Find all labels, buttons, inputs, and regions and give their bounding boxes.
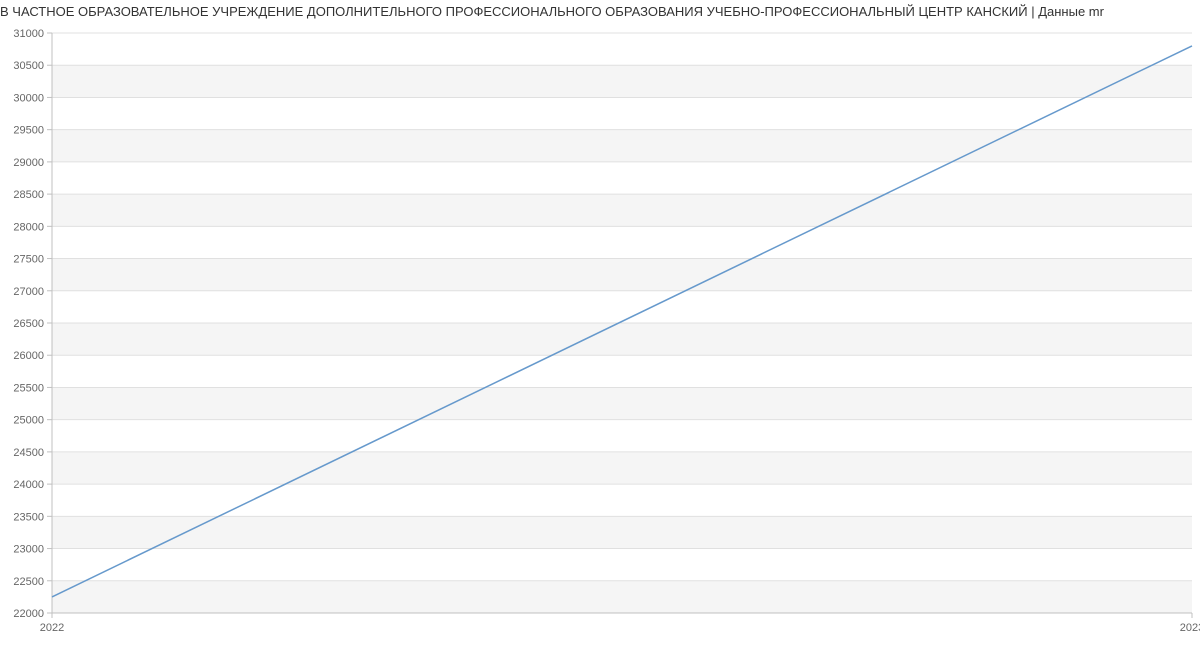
y-tick-label: 25000 — [13, 415, 44, 427]
x-tick-label: 2023 — [1180, 622, 1200, 633]
y-tick-label: 29500 — [13, 125, 44, 137]
y-tick-label: 27500 — [13, 254, 44, 266]
grid-band — [52, 323, 1192, 355]
y-tick-label: 24000 — [13, 479, 44, 491]
grid-band — [52, 581, 1192, 613]
chart-title: В ЧАСТНОЕ ОБРАЗОВАТЕЛЬНОЕ УЧРЕЖДЕНИЕ ДОП… — [0, 0, 1200, 21]
grid-band — [52, 130, 1192, 162]
y-tick-label: 25500 — [13, 382, 44, 394]
y-tick-label: 29000 — [13, 157, 44, 169]
x-tick-label: 2022 — [40, 622, 64, 633]
grid-band — [52, 65, 1192, 97]
y-tick-label: 22500 — [13, 576, 44, 588]
chart-container: В ЧАСТНОЕ ОБРАЗОВАТЕЛЬНОЕ УЧРЕЖДЕНИЕ ДОП… — [0, 0, 1200, 650]
y-tick-label: 27000 — [13, 286, 44, 298]
y-tick-label: 30500 — [13, 60, 44, 72]
y-tick-label: 26000 — [13, 350, 44, 362]
y-tick-label: 24500 — [13, 447, 44, 459]
grid-band — [52, 259, 1192, 291]
grid-band — [52, 387, 1192, 419]
grid-band — [52, 194, 1192, 226]
y-tick-label: 28500 — [13, 189, 44, 201]
y-tick-label: 30000 — [13, 92, 44, 104]
chart-svg: 22000 22500 23000 23500 24000 24500 25000 25500… — [0, 23, 1200, 633]
data-line — [52, 46, 1192, 597]
y-tick-label: 28000 — [13, 221, 44, 233]
y-tick-label: 23000 — [13, 544, 44, 556]
y-tick-label: 26500 — [13, 318, 44, 330]
y-tick-label: 22000 — [13, 608, 44, 620]
plot-area: 22000 22500 23000 23500 24000 24500 25000 25500… — [0, 23, 1200, 633]
y-tick-label: 31000 — [13, 28, 44, 40]
y-tick-label: 23500 — [13, 511, 44, 523]
grid-band — [52, 516, 1192, 548]
grid-band — [52, 452, 1192, 484]
